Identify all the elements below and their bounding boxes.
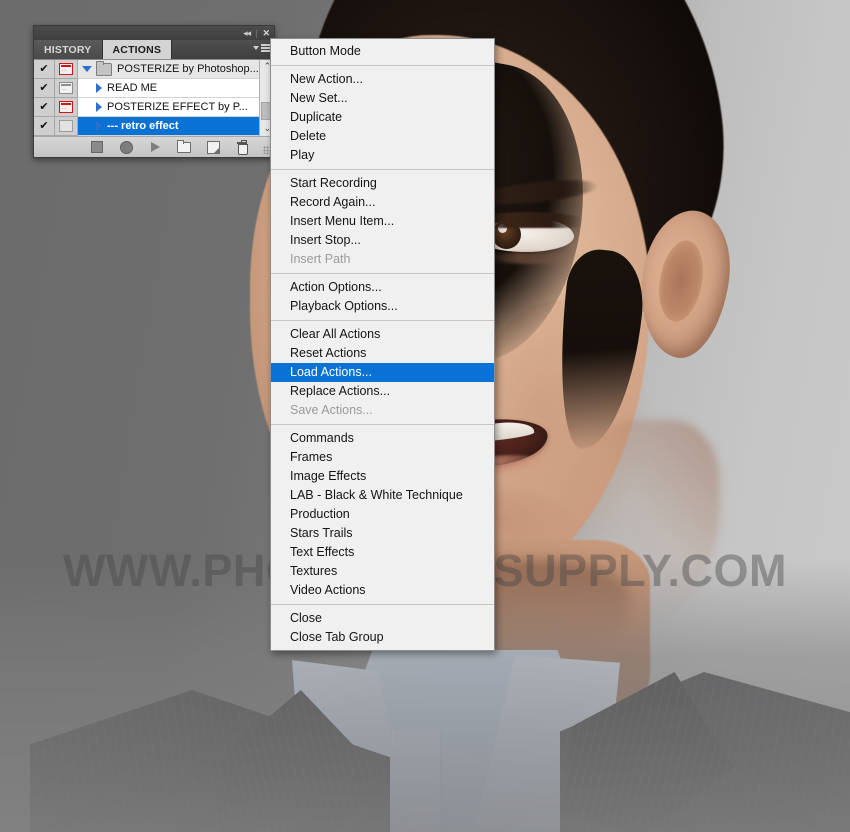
- row-toggle-checkbox[interactable]: ✔: [34, 116, 55, 136]
- menu-item-action-options[interactable]: Action Options...: [271, 278, 494, 297]
- dialog-icon: ...: [59, 119, 73, 132]
- actions-panel: ◂◂ | ✕ HISTORY ACTIONS ✔ ... POSTERIZE b…: [33, 25, 275, 158]
- menu-item-close[interactable]: Close: [271, 609, 494, 628]
- menu-item-textures[interactable]: Textures: [271, 562, 494, 581]
- row-dialog-toggle[interactable]: ...: [55, 59, 78, 79]
- expand-triangle-right-icon[interactable]: [96, 102, 102, 112]
- row-toggle-checkbox[interactable]: ✔: [34, 78, 55, 98]
- menu-item-play[interactable]: Play: [271, 146, 494, 165]
- menu-item-load-actions[interactable]: Load Actions...: [271, 363, 494, 382]
- row-content[interactable]: --- retro effect: [78, 117, 259, 135]
- row-content[interactable]: POSTERIZE by Photoshop...: [78, 60, 259, 78]
- menu-item-duplicate[interactable]: Duplicate: [271, 108, 494, 127]
- menu-item-button-mode[interactable]: Button Mode: [271, 42, 494, 61]
- menu-item-insert-stop[interactable]: Insert Stop...: [271, 231, 494, 250]
- table-row[interactable]: ✔ ... POSTERIZE by Photoshop...: [34, 59, 259, 79]
- table-row[interactable]: ✔ ... READ ME: [34, 78, 259, 98]
- actions-flyout-menu: Button Mode New Action... New Set... Duplic…: [270, 38, 495, 651]
- menu-item-record-again[interactable]: Record Again...: [271, 193, 494, 212]
- menu-item-save-actions: Save Actions...: [290, 403, 373, 418]
- actions-list: ✔ ... POSTERIZE by Photoshop... ✔ ... RE…: [34, 59, 275, 136]
- menu-separator: [271, 65, 494, 66]
- menu-separator: [271, 273, 494, 274]
- row-dialog-toggle[interactable]: ...: [55, 97, 78, 117]
- row-dialog-toggle[interactable]: ...: [55, 78, 78, 98]
- menu-item-clear-all-actions[interactable]: Clear All Actions: [271, 325, 494, 344]
- dialog-icon: ...: [59, 100, 73, 113]
- menu-item-video-actions[interactable]: Video Actions: [271, 581, 494, 600]
- collapse-icon[interactable]: ◂◂: [243, 28, 251, 38]
- expand-triangle-down-icon[interactable]: [82, 66, 92, 72]
- menu-item-reset-actions[interactable]: Reset Actions: [271, 344, 494, 363]
- row-content[interactable]: POSTERIZE EFFECT by P...: [78, 98, 259, 116]
- checkmark-icon: ✔: [39, 119, 49, 132]
- close-icon[interactable]: ✕: [262, 28, 270, 38]
- menu-separator: [271, 320, 494, 321]
- play-button[interactable]: [148, 140, 162, 154]
- menu-item-delete[interactable]: Delete: [271, 127, 494, 146]
- table-row[interactable]: ✔ ... POSTERIZE EFFECT by P...: [34, 97, 259, 117]
- menu-item-replace-actions[interactable]: Replace Actions...: [271, 382, 494, 401]
- menu-item-start-recording[interactable]: Start Recording: [271, 174, 494, 193]
- panel-footer-toolbar: [34, 136, 274, 157]
- panel-titlebar: ◂◂ | ✕: [34, 26, 274, 40]
- chevron-down-icon: [253, 45, 259, 50]
- stop-icon: [91, 141, 103, 153]
- dialog-icon: ...: [59, 62, 73, 75]
- actions-list-rows: ✔ ... POSTERIZE by Photoshop... ✔ ... RE…: [34, 59, 259, 136]
- menu-item-text-effects[interactable]: Text Effects: [271, 543, 494, 562]
- tab-history[interactable]: HISTORY: [34, 40, 103, 59]
- checkmark-icon: ✔: [39, 100, 49, 113]
- menu-item-new-set[interactable]: New Set...: [271, 89, 494, 108]
- row-label: READ ME: [107, 82, 158, 94]
- menu-item-production[interactable]: Production: [271, 505, 494, 524]
- menu-separator: [271, 424, 494, 425]
- row-toggle-checkbox[interactable]: ✔: [34, 59, 55, 79]
- expand-triangle-right-icon[interactable]: [96, 83, 102, 93]
- folder-icon: [96, 60, 112, 76]
- screenshot-root: WWW.PHOTOSHOPSUPPLY.COM ◂◂ | ✕ HISTORY A…: [0, 0, 850, 832]
- menu-item-stars-trails[interactable]: Stars Trails: [271, 524, 494, 543]
- checkmark-icon: ✔: [39, 81, 49, 94]
- hamburger-icon: [261, 44, 270, 52]
- stop-button[interactable]: [90, 140, 104, 154]
- menu-item-frames[interactable]: Frames: [271, 448, 494, 467]
- expand-triangle-right-icon[interactable]: [96, 121, 102, 131]
- under-eye-shading: [486, 252, 584, 264]
- panel-tab-bar: HISTORY ACTIONS: [34, 40, 274, 59]
- menu-separator: [271, 169, 494, 170]
- row-label: POSTERIZE EFFECT by P...: [107, 101, 248, 113]
- menu-item-new-action[interactable]: New Action...: [271, 70, 494, 89]
- row-content[interactable]: READ ME: [78, 79, 259, 97]
- dialog-icon: ...: [59, 81, 73, 94]
- new-action-button[interactable]: [206, 140, 220, 154]
- row-label: --- retro effect: [107, 120, 179, 132]
- titlebar-separator: |: [255, 27, 258, 38]
- menu-item-playback-options[interactable]: Playback Options...: [271, 297, 494, 316]
- row-toggle-checkbox[interactable]: ✔: [34, 97, 55, 117]
- record-icon: [119, 140, 133, 154]
- menu-item-lab-black-white-technique[interactable]: LAB - Black & White Technique: [271, 486, 494, 505]
- menu-item-image-effects[interactable]: Image Effects: [271, 467, 494, 486]
- play-icon: [150, 142, 160, 152]
- trash-icon: [237, 140, 248, 155]
- row-dialog-toggle[interactable]: ...: [55, 116, 78, 136]
- record-button[interactable]: [119, 140, 133, 154]
- tab-actions[interactable]: ACTIONS: [102, 40, 173, 59]
- menu-separator: [271, 604, 494, 605]
- menu-item-insert-menu-item[interactable]: Insert Menu Item...: [271, 212, 494, 231]
- menu-item-commands[interactable]: Commands: [271, 429, 494, 448]
- table-row[interactable]: ✔ ... --- retro effect: [34, 116, 259, 136]
- checkmark-icon: ✔: [39, 62, 49, 75]
- row-label: POSTERIZE by Photoshop...: [117, 63, 259, 75]
- menu-item-close-tab-group[interactable]: Close Tab Group: [271, 628, 494, 647]
- panel-flyout-menu-button[interactable]: [253, 44, 270, 52]
- menu-item-insert-path: Insert Path: [290, 252, 351, 267]
- new-set-button[interactable]: [177, 139, 191, 154]
- delete-button[interactable]: [235, 140, 249, 155]
- folder-icon: [177, 139, 191, 153]
- new-page-icon: [206, 140, 220, 154]
